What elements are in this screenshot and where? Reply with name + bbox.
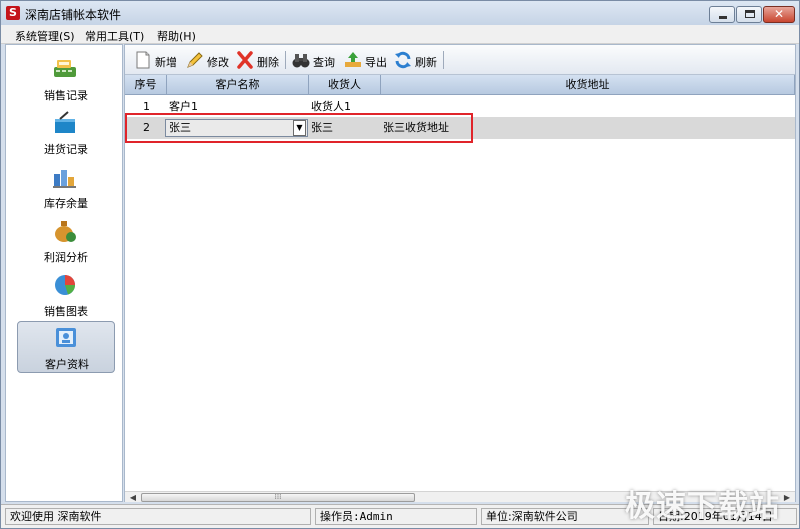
sidebar-item-label: 进货记录 xyxy=(44,143,88,156)
sidebar-item-label: 销售记录 xyxy=(44,89,88,102)
contacts-icon xyxy=(56,328,76,347)
close-button[interactable]: ✕ xyxy=(763,6,795,23)
stock-boxes-icon xyxy=(53,170,76,188)
sidebar-item-profit[interactable]: 利润分析 xyxy=(17,215,115,267)
minimize-button[interactable] xyxy=(709,6,735,23)
export-button[interactable]: 导出 xyxy=(343,50,389,70)
money-bag-icon xyxy=(55,221,76,242)
title-bar[interactable]: S 深南店铺帐本软件 ✕ xyxy=(1,1,799,25)
menu-help[interactable]: 帮助(H) xyxy=(157,28,196,44)
menu-system[interactable]: 系统管理(S) xyxy=(15,28,75,44)
menu-bar: 系统管理(S) 常用工具(T) 帮助(H) xyxy=(1,25,799,44)
customer-table: 序号 客户名称 收货人 收货地址 1 客户1 收货人1 ▼ 2 张三 张三 张三… xyxy=(125,75,795,492)
column-header-address[interactable]: 收货地址 xyxy=(381,75,795,95)
basket-icon xyxy=(55,111,75,133)
delete-label: 删除 xyxy=(257,56,279,69)
status-welcome: 欢迎使用 深南软件 xyxy=(5,508,311,525)
edit-button[interactable]: 修改 xyxy=(185,50,231,70)
column-header-receiver[interactable]: 收货人 xyxy=(309,75,381,95)
add-button[interactable]: 新增 xyxy=(133,50,181,70)
status-company: 单位:深南软件公司 xyxy=(481,508,649,525)
refresh-label: 刷新 xyxy=(415,56,437,69)
sidebar-item-label: 利润分析 xyxy=(44,251,88,264)
watermark-logo: 极速下载站 xyxy=(625,489,780,524)
edit-label: 修改 xyxy=(207,56,229,69)
main-panel: 新增 修改 删除 查询 导出 刷新 序号 客户名称 收货人 收货地址 1 客户1… xyxy=(124,44,796,502)
app-logo-icon: S xyxy=(6,6,20,20)
menu-tools[interactable]: 常用工具(T) xyxy=(85,28,144,44)
toolbar: 新增 修改 删除 查询 导出 刷新 xyxy=(125,45,795,75)
sidebar: 销售记录 进货记录 库存余量 利润分析 销售图表 客户资料 xyxy=(5,44,123,502)
delete-x-icon xyxy=(237,51,253,69)
close-icon: ✕ xyxy=(773,7,785,21)
add-label: 新增 xyxy=(155,56,177,69)
cash-register-icon xyxy=(54,60,76,77)
binoculars-icon xyxy=(292,54,310,68)
sidebar-item-chart[interactable]: 销售图表 xyxy=(17,269,115,321)
column-header-name[interactable]: 客户名称 xyxy=(167,75,309,95)
maximize-button[interactable] xyxy=(736,6,762,23)
search-button[interactable]: 查询 xyxy=(291,50,337,70)
sidebar-item-label: 库存余量 xyxy=(44,197,88,210)
sidebar-item-customers[interactable]: 客户资料 xyxy=(17,321,115,373)
sidebar-item-stock[interactable]: 库存余量 xyxy=(17,161,115,213)
refresh-button[interactable]: 刷新 xyxy=(393,50,439,70)
search-label: 查询 xyxy=(313,56,335,69)
scroll-left-icon[interactable]: ◀ xyxy=(127,492,139,503)
export-label: 导出 xyxy=(365,56,387,69)
scroll-right-icon[interactable]: ▶ xyxy=(781,492,793,503)
highlight-box xyxy=(125,113,473,143)
delete-button[interactable]: 删除 xyxy=(235,50,281,70)
sidebar-item-sales[interactable]: 销售记录 xyxy=(17,53,115,105)
scrollbar-thumb[interactable]: ⁞⁞⁞ xyxy=(141,493,415,502)
sidebar-item-purchase[interactable]: 进货记录 xyxy=(17,107,115,159)
toolbar-separator xyxy=(443,51,444,69)
pencil-icon xyxy=(187,52,203,68)
toolbar-separator xyxy=(285,51,286,69)
column-header-no[interactable]: 序号 xyxy=(125,75,167,95)
window-title: 深南店铺帐本软件 xyxy=(25,8,122,22)
new-document-icon xyxy=(136,51,150,69)
sidebar-item-label: 销售图表 xyxy=(44,305,88,318)
app-window: S 深南店铺帐本软件 ✕ 系统管理(S) 常用工具(T) 帮助(H) 销售记录 xyxy=(0,0,800,529)
export-icon xyxy=(345,52,361,67)
sidebar-item-label: 客户资料 xyxy=(45,358,89,371)
status-operator: 操作员:Admin xyxy=(315,508,477,525)
refresh-icon xyxy=(395,51,411,69)
pie-chart-icon xyxy=(55,275,75,295)
maximize-icon xyxy=(745,10,755,18)
minimize-icon xyxy=(719,16,727,19)
